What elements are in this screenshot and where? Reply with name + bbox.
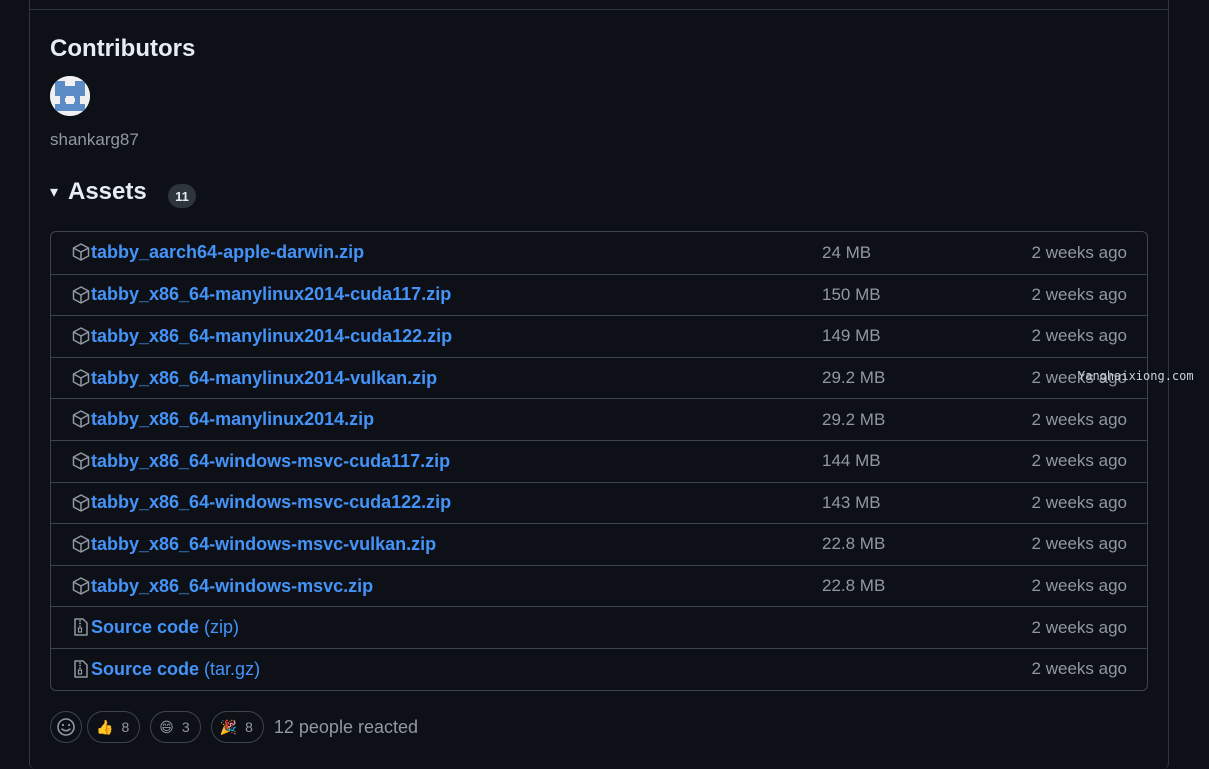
file-zip-icon [71, 617, 91, 637]
package-icon [71, 326, 91, 346]
asset-name: tabby_aarch64-apple-darwin.zip [91, 242, 365, 263]
assets-count-badge: 11 [168, 184, 196, 208]
asset-download-link[interactable]: tabby_x86_64-windows-msvc.zip [91, 576, 373, 597]
asset-name: tabby_x86_64-manylinux2014-cuda117.zip [91, 284, 452, 305]
asset-size: 24 MB [822, 242, 872, 262]
asset-size: 29.2 MB [822, 409, 886, 429]
asset-row: tabby_x86_64-windows-msvc-vulkan.zip 22.8… [51, 523, 1147, 565]
asset-name: Source code [91, 658, 200, 679]
asset-row: tabby_x86_64-manylinux2014-cuda117.zip 15… [51, 273, 1147, 316]
divider [29, 9, 1169, 10]
reaction-hooray-button[interactable]: 🎉 8 [210, 711, 264, 743]
file-zip-icon [71, 659, 91, 679]
reactions-bar: 👍 8 😄 3 🎉 8 12 people reacted [50, 711, 418, 743]
contributor-name[interactable]: shankarg87 [50, 130, 139, 150]
watermark: Yanghaixiong.com [1078, 369, 1194, 383]
asset-row: Source code (tar.gz) 2 weeks ago [51, 647, 1147, 690]
reaction-count: 8 [121, 719, 130, 735]
asset-name: tabby_x86_64-windows-msvc-cuda122.zip [91, 492, 452, 513]
asset-download-link[interactable]: tabby_x86_64-manylinux2014.zip [91, 409, 374, 430]
asset-download-link[interactable]: tabby_x86_64-manylinux2014-cuda117.zip [91, 284, 451, 305]
hooray-icon: 🎉 [219, 718, 238, 735]
asset-date: 2 weeks ago [1031, 409, 1127, 429]
add-reaction-button[interactable] [50, 711, 82, 743]
asset-download-link[interactable]: tabby_aarch64-apple-darwin.zip [91, 242, 364, 263]
asset-download-link[interactable]: tabby_x86_64-windows-msvc-cuda122.zip [91, 492, 451, 513]
asset-size: 144 MB [822, 451, 881, 471]
asset-size: 29.2 MB [822, 368, 886, 388]
reaction-thumbs-up-button[interactable]: 👍 8 [87, 711, 141, 743]
asset-date: 2 weeks ago [1031, 492, 1127, 512]
asset-date: 2 weeks ago [1031, 284, 1127, 304]
asset-size: 149 MB [822, 326, 881, 346]
asset-download-link[interactable]: tabby_x86_64-manylinux2014-cuda122.zip [91, 326, 452, 347]
package-icon [71, 368, 91, 388]
asset-row: tabby_x86_64-windows-msvc-cuda122.zip 143… [51, 481, 1147, 524]
asset-size: 22.8 MB [822, 576, 886, 596]
asset-size: 150 MB [822, 284, 881, 304]
avatar[interactable] [50, 76, 90, 116]
asset-row: tabby_x86_64-windows-msvc.zip 22.8 MB 2 we… [51, 564, 1147, 607]
asset-name: tabby_x86_64-manylinux2014-cuda122.zip [91, 325, 453, 346]
contributors-heading: Contributors [50, 35, 196, 62]
asset-name: tabby_x86_64-manylinux2014.zip [91, 409, 375, 430]
caret-down-icon: ▾ [50, 184, 59, 201]
thumbs-up-icon: 👍 [96, 718, 114, 735]
package-icon [71, 493, 91, 513]
asset-download-link[interactable]: tabby_x86_64-manylinux2014-vulkan.zip [91, 368, 437, 389]
asset-row: tabby_x86_64-manylinux2014.zip 29.2 MB 2 w… [51, 398, 1147, 440]
asset-format: (zip) [199, 617, 240, 638]
asset-date: 2 weeks ago [1031, 326, 1127, 346]
assets-toggle[interactable]: ▾ Assets [50, 178, 147, 206]
asset-row: Source code (zip) 2 weeks ago [51, 606, 1147, 648]
asset-date: 2 weeks ago [1031, 534, 1127, 554]
asset-name: tabby_x86_64-windows-msvc-vulkan.zip [91, 533, 437, 554]
assets-list: tabby_aarch64-apple-darwin.zip 24 MB 2 wee… [50, 231, 1148, 691]
asset-download-link[interactable]: Source code (zip) [91, 617, 239, 638]
asset-name: tabby_x86_64-windows-msvc.zip [91, 575, 374, 596]
asset-download-link[interactable]: tabby_x86_64-windows-msvc-cuda117.zip [91, 451, 450, 472]
reaction-count: 8 [245, 719, 253, 735]
asset-date: 2 weeks ago [1031, 617, 1127, 637]
reactions-summary: 12 people reacted [273, 716, 418, 737]
asset-date: 2 weeks ago [1031, 576, 1127, 596]
asset-row: tabby_aarch64-apple-darwin.zip 24 MB 2 wee… [51, 232, 1147, 274]
asset-row: tabby_x86_64-manylinux2014-cuda122.zip 14… [51, 315, 1147, 357]
asset-row: tabby_x86_64-windows-msvc-cuda117.zip 144… [51, 439, 1147, 482]
asset-row: tabby_x86_64-manylinux2014-vulkan.zip 29.… [51, 356, 1147, 399]
package-icon [71, 576, 91, 596]
reaction-count: 3 [181, 719, 190, 735]
asset-size: 22.8 MB [822, 534, 886, 554]
package-icon [71, 409, 91, 429]
asset-date: 2 weeks ago [1031, 659, 1127, 679]
package-icon [71, 451, 91, 471]
asset-format: (tar.gz) [199, 658, 261, 679]
asset-download-link[interactable]: Source code (tar.gz) [91, 659, 260, 680]
reaction-smile-button[interactable]: 😄 3 [150, 711, 201, 743]
asset-size: 143 MB [822, 492, 881, 512]
asset-name: tabby_x86_64-windows-msvc-cuda117.zip [91, 450, 451, 471]
asset-name: Source code [91, 617, 200, 638]
asset-name: tabby_x86_64-manylinux2014-vulkan.zip [91, 367, 438, 388]
asset-download-link[interactable]: tabby_x86_64-windows-msvc-vulkan.zip [91, 534, 436, 555]
asset-date: 2 weeks ago [1031, 451, 1127, 471]
asset-date: 2 weeks ago [1031, 242, 1127, 262]
identicon-image [50, 76, 90, 116]
smile-icon: 😄 [159, 718, 174, 735]
package-icon [71, 242, 91, 262]
smiley-icon [57, 718, 75, 736]
package-icon [71, 285, 91, 305]
package-icon [71, 534, 91, 554]
assets-heading: Assets [68, 178, 147, 205]
